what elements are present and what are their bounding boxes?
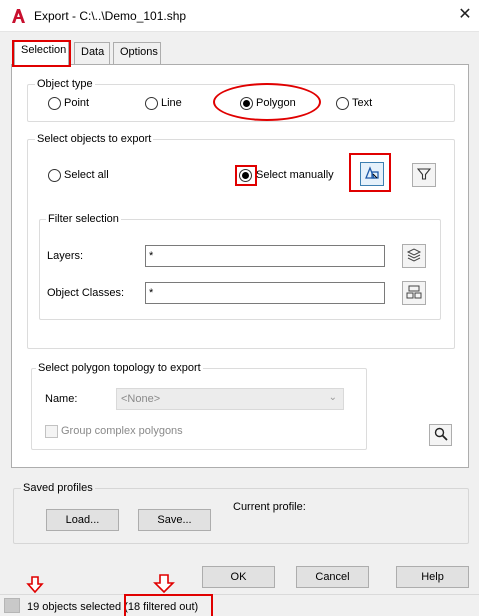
topology-name-select[interactable]: <None> ⌄: [116, 388, 344, 410]
magnifier-icon: [434, 427, 448, 444]
status-bar: 19 objects selected (18 filtered out): [0, 594, 479, 616]
radio-text-label: Text: [352, 97, 373, 109]
radio-select-manually-label: Select manually: [256, 169, 334, 181]
topology-name-value: <None>: [121, 393, 161, 405]
object-classes-input[interactable]: [145, 282, 385, 304]
tab-data-label: Data: [81, 46, 105, 58]
help-button[interactable]: Help: [396, 566, 469, 588]
annotation-arrow-down-left: [26, 576, 44, 597]
ok-button[interactable]: OK: [202, 566, 275, 588]
title-bar: Export - C:\..\Demo_101.shp ✕: [0, 0, 479, 32]
radio-line-label: Line: [161, 97, 182, 109]
annotation-box-filtered: [124, 594, 213, 616]
object-classes-label: Object Classes:: [47, 287, 125, 299]
tab-data[interactable]: Data: [74, 42, 110, 64]
chevron-down-icon: ⌄: [328, 392, 337, 403]
filter-selection-group: [39, 219, 441, 320]
zoom-button[interactable]: [429, 424, 452, 446]
window-title: Export - C:\..\Demo_101.shp: [34, 9, 187, 23]
load-button[interactable]: Load...: [46, 509, 119, 531]
annotation-arrow-down-right: [153, 574, 175, 597]
saved-profiles-title: Saved profiles: [21, 482, 95, 494]
autocad-logo-icon: [10, 8, 26, 24]
radio-point-label: Point: [64, 97, 90, 109]
annotation-box-select-manually: [235, 165, 257, 186]
radio-text[interactable]: [336, 97, 349, 110]
radio-point[interactable]: [48, 97, 61, 110]
save-button[interactable]: Save...: [138, 509, 211, 531]
radio-select-all[interactable]: [48, 169, 61, 182]
annotation-box-select-objects: [349, 153, 391, 192]
quick-filter-button[interactable]: [412, 163, 436, 187]
object-classes-button[interactable]: [402, 281, 426, 305]
object-type-title: Object type: [35, 78, 95, 90]
topology-name-label: Name:: [45, 393, 78, 405]
group-complex-label: Group complex polygons: [61, 425, 183, 437]
funnel-filter-icon: [416, 167, 432, 184]
filter-selection-title: Filter selection: [46, 213, 121, 225]
topology-title: Select polygon topology to export: [36, 362, 203, 374]
radio-select-all-label: Select all: [64, 169, 109, 181]
tab-options-label: Options: [120, 46, 158, 58]
select-objects-title: Select objects to export: [35, 133, 154, 145]
close-icon[interactable]: ✕: [456, 6, 474, 24]
layers-input[interactable]: [145, 245, 385, 267]
annotation-ellipse-polygon: [213, 83, 321, 121]
annotation-box-tab: [12, 40, 71, 67]
cancel-button[interactable]: Cancel: [296, 566, 369, 588]
radio-line[interactable]: [145, 97, 158, 110]
tab-options[interactable]: Options: [113, 42, 161, 64]
group-complex-checkbox[interactable]: [45, 425, 58, 438]
layers-button[interactable]: [402, 244, 426, 268]
layers-stack-icon: [406, 247, 422, 266]
object-classes-icon: [406, 284, 422, 303]
current-profile-label: Current profile:: [233, 501, 306, 513]
status-indicator: [4, 598, 20, 613]
layers-label: Layers:: [47, 250, 84, 262]
